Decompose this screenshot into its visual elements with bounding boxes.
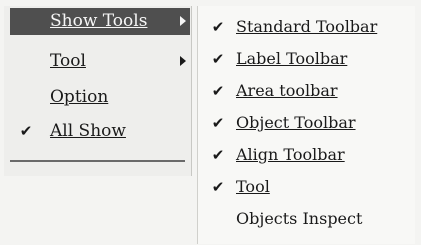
view-menu: Show Tools Tool Option ✔ All Show: [4, 6, 192, 176]
submenu-item-tool[interactable]: ✔ Tool: [198, 172, 416, 202]
checkmark-icon: ✔: [211, 114, 225, 132]
submenu-item-objects-inspect[interactable]: Objects Inspect: [198, 204, 416, 234]
submenu-item-standard-toolbar[interactable]: ✔ Standard Toolbar: [198, 12, 416, 42]
checkmark-icon: ✔: [211, 146, 225, 164]
show-tools-submenu: ✔ Standard Toolbar ✔ Label Toolbar ✔ Are…: [197, 6, 415, 244]
menu-item-label: Show Tools: [50, 11, 148, 31]
submenu-item-label: Label Toolbar: [236, 49, 348, 68]
submenu-arrow-icon: [180, 56, 186, 66]
submenu-item-area-toolbar[interactable]: ✔ Area toolbar: [198, 76, 416, 106]
menu-item-label: Tool: [50, 51, 86, 71]
submenu-item-label: Tool: [236, 177, 270, 196]
submenu-item-label: Object Toolbar: [236, 113, 356, 132]
menu-screen: Show Tools Tool Option ✔ All Show ✔ Stan…: [0, 0, 421, 245]
submenu-item-align-toolbar[interactable]: ✔ Align Toolbar: [198, 140, 416, 170]
submenu-item-label: Align Toolbar: [236, 145, 345, 164]
checkmark-icon: ✔: [211, 82, 225, 100]
submenu-item-label: Standard Toolbar: [236, 17, 378, 36]
submenu-arrow-icon: [180, 16, 186, 26]
submenu-item-label: Area toolbar: [236, 81, 338, 100]
checkmark-icon: ✔: [211, 178, 225, 196]
checkmark-icon: ✔: [19, 122, 33, 140]
submenu-item-object-toolbar[interactable]: ✔ Object Toolbar: [198, 108, 416, 138]
checkmark-icon: ✔: [211, 18, 225, 36]
menu-item-tool[interactable]: Tool: [10, 48, 190, 75]
submenu-item-label-toolbar[interactable]: ✔ Label Toolbar: [198, 44, 416, 74]
menu-item-label: All Show: [50, 121, 126, 141]
checkmark-icon: ✔: [211, 50, 225, 68]
submenu-item-label: Objects Inspect: [236, 209, 363, 228]
menu-item-show-tools[interactable]: Show Tools: [10, 8, 190, 35]
menu-item-all-show[interactable]: ✔ All Show: [10, 118, 190, 145]
menu-item-option[interactable]: Option: [10, 84, 190, 111]
menu-item-label: Option: [50, 87, 109, 107]
